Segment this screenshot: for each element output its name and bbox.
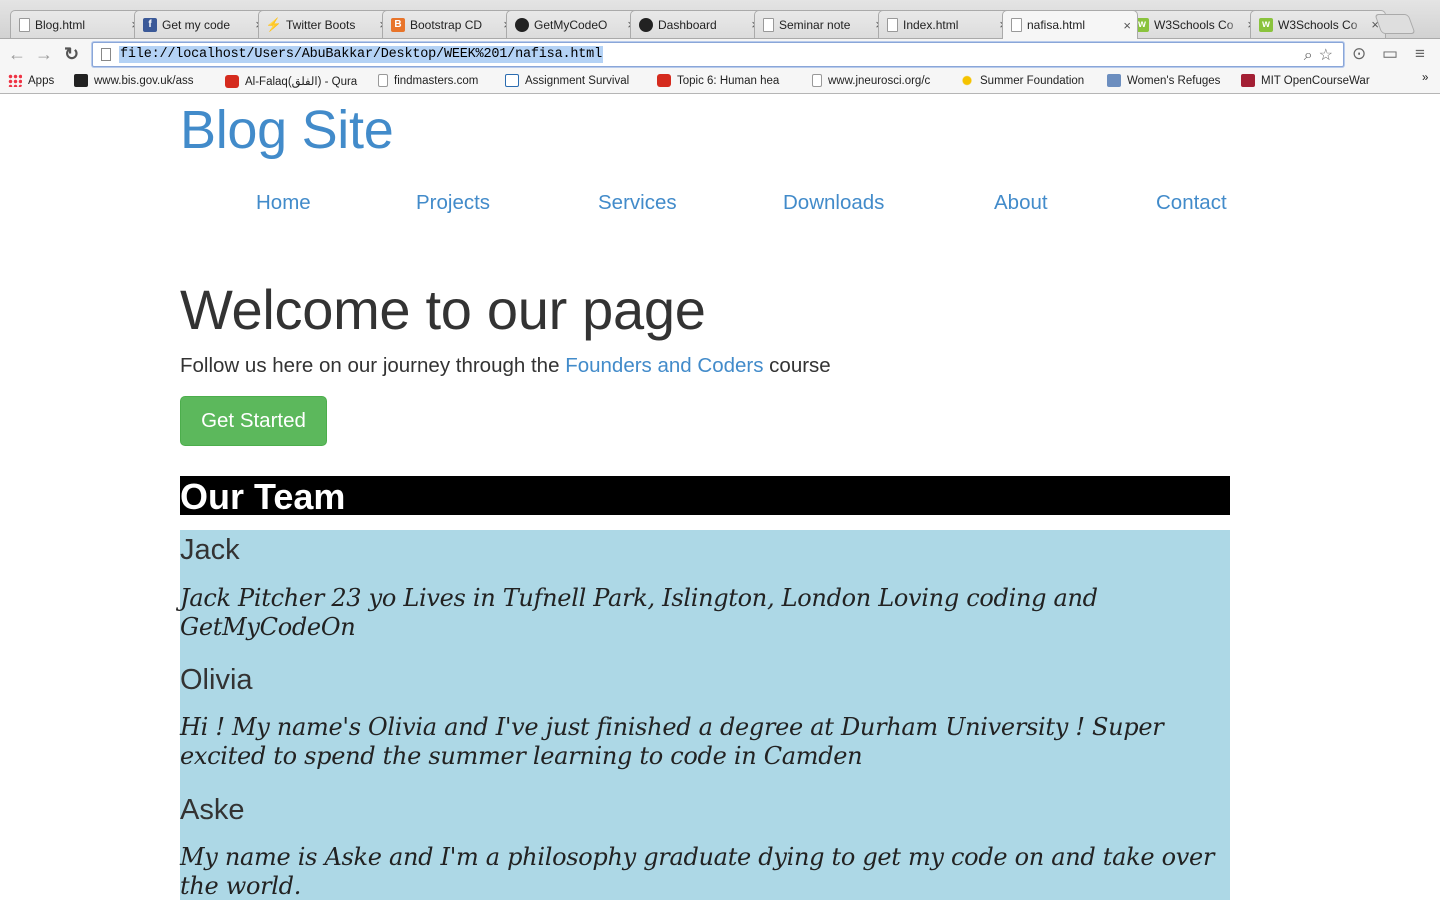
bookmark-item[interactable]: Al-Falaq(الفلق) - Qura	[225, 74, 357, 88]
tab[interactable]: w W3Schools Co ×	[1250, 10, 1386, 38]
tab[interactable]: Blog.html ×	[10, 10, 146, 38]
star-icon[interactable]: ☆	[1319, 47, 1333, 64]
member-name: Jack	[180, 534, 240, 566]
github-icon	[515, 17, 529, 32]
ke-icon	[505, 74, 519, 87]
team-panel: Jack Jack Pitcher 23 yo Lives in Tufnell…	[180, 530, 1230, 900]
lead-paragraph: Follow us here on our journey through th…	[180, 354, 831, 377]
bookmark-item[interactable]: www.bis.gov.uk/ass	[74, 74, 194, 87]
tab[interactable]: f Get my code ×	[134, 10, 270, 38]
nav-link-about[interactable]: About	[994, 191, 1048, 215]
youtube-icon	[225, 74, 239, 88]
member-bio: My name is Aske and I'm a philosophy gra…	[180, 843, 1215, 900]
more-bookmarks-chevron-icon[interactable]: »	[1422, 72, 1428, 84]
youtube-icon	[657, 74, 671, 87]
bis-icon	[74, 74, 88, 87]
member-name: Olivia	[180, 664, 253, 696]
tab[interactable]: GetMyCodeO ×	[506, 10, 642, 38]
founders-coders-link[interactable]: Founders and Coders	[565, 354, 763, 377]
tab-active[interactable]: nafisa.html ×	[1002, 10, 1138, 39]
facebook-icon: f	[143, 17, 157, 32]
tab[interactable]: Index.html ×	[878, 10, 1014, 38]
tab[interactable]: Seminar note ×	[754, 10, 890, 38]
get-started-button[interactable]: Get Started	[180, 396, 327, 446]
document-icon	[378, 74, 388, 87]
w3schools-icon: w	[1259, 17, 1273, 32]
tab[interactable]: w W3Schools Co ×	[1126, 10, 1262, 38]
address-bar[interactable]: file://localhost/Users/AbuBakkar/Desktop…	[92, 42, 1344, 67]
tab-strip: Blog.html × f Get my code × ⚡ Twitter Bo…	[0, 0, 1440, 39]
cast-icon[interactable]: ▭	[1382, 44, 1398, 64]
nav-link-services[interactable]: Services	[598, 191, 677, 215]
tab[interactable]: Dashboard ×	[630, 10, 766, 38]
mit-icon	[1241, 74, 1255, 87]
bookmark-item[interactable]: Women's Refuges	[1107, 74, 1220, 87]
welcome-heading: Welcome to our page	[180, 278, 706, 341]
bookmark-item[interactable]: findmasters.com	[378, 74, 478, 87]
bookmark-item[interactable]: Assignment Survival	[505, 74, 629, 87]
back-arrow-icon[interactable]: ←	[8, 43, 26, 65]
download-icon[interactable]: ⊙	[1352, 44, 1366, 64]
member-bio: Jack Pitcher 23 yo Lives in Tufnell Park…	[180, 584, 1098, 641]
tab[interactable]: B Bootstrap CD ×	[382, 10, 518, 38]
github-icon	[639, 17, 653, 32]
tab[interactable]: ⚡ Twitter Boots ×	[258, 10, 394, 38]
document-icon	[812, 74, 822, 87]
new-tab-button[interactable]	[1374, 14, 1416, 34]
team-heading: Our Team	[180, 476, 1230, 517]
bookmark-item[interactable]: Summer Foundation	[960, 74, 1084, 87]
site-title[interactable]: Blog Site	[180, 99, 394, 161]
forward-arrow-icon[interactable]: →	[35, 43, 53, 65]
web-page: Blog Site Home Projects Services Downloa…	[0, 95, 1440, 900]
zoom-icon[interactable]: ⌕	[1304, 47, 1313, 64]
bookmark-item[interactable]: MIT OpenCourseWar	[1241, 74, 1370, 87]
refuge-icon	[1107, 74, 1121, 87]
bookmark-item[interactable]: www.jneurosci.org/c	[812, 74, 930, 87]
bookmarks-bar: Apps www.bis.gov.uk/ass Al-Falaq(الفلق) …	[0, 70, 1440, 94]
menu-icon[interactable]: ≡	[1415, 44, 1425, 64]
nav-link-projects[interactable]: Projects	[416, 191, 490, 215]
member-bio: Hi ! My name's Olivia and I've just fini…	[180, 713, 1164, 770]
page-icon	[101, 48, 111, 61]
bookmark-item[interactable]: Topic 6: Human hea	[657, 74, 779, 87]
document-icon	[19, 17, 30, 32]
member-name: Aske	[180, 794, 245, 826]
bolt-icon: ⚡	[265, 16, 283, 32]
nav-link-home[interactable]: Home	[256, 191, 311, 215]
nav-link-downloads[interactable]: Downloads	[783, 191, 884, 215]
main-nav: Home Projects Services Downloads About C…	[180, 191, 1230, 221]
apps-grid-icon	[8, 74, 22, 87]
nav-link-contact[interactable]: Contact	[1156, 191, 1227, 215]
document-icon	[887, 17, 898, 32]
url-text[interactable]: file://localhost/Users/AbuBakkar/Desktop…	[119, 46, 603, 63]
reload-icon[interactable]: ↻	[64, 43, 79, 65]
document-icon	[1011, 18, 1022, 32]
bootstrap-icon: B	[391, 17, 405, 32]
close-tab-icon[interactable]: ×	[1123, 18, 1131, 33]
sun-icon	[960, 74, 974, 87]
browser-toolbar: ← → ↻ file://localhost/Users/AbuBakkar/D…	[0, 38, 1440, 70]
document-icon	[763, 17, 774, 32]
bookmark-item[interactable]: Apps	[8, 74, 54, 87]
